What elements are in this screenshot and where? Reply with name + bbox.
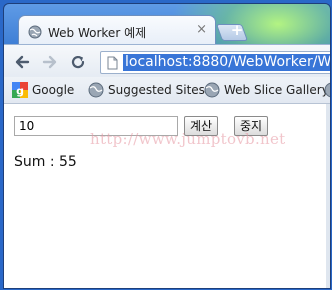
forward-arrow-icon[interactable]: [42, 54, 58, 74]
scrollbar[interactable]: [326, 104, 330, 288]
globe-icon: [324, 82, 330, 102]
bookmark-label: Google: [32, 83, 75, 97]
bookmark-label: Suggested Sites: [108, 83, 205, 97]
bookmarks-bar: g Google Suggested Sites Web Slice Galle…: [4, 77, 330, 104]
browser-window: Web Worker 예제 × + localhost:8880/WebWork…: [3, 3, 331, 289]
tab-web-worker[interactable]: Web Worker 예제 ×: [18, 15, 216, 46]
google-icon: g: [12, 82, 28, 102]
bookmark-label: Web Slice Gallery: [224, 83, 329, 97]
page-icon: [105, 55, 119, 74]
sum-result: Sum : 55: [14, 154, 77, 170]
svg-text:g: g: [16, 85, 24, 98]
reload-icon[interactable]: [70, 54, 86, 74]
page-content: 계산 중지 http://www.jumptovb.net Sum : 55: [4, 104, 330, 288]
navigation-toolbar: localhost:8880/WebWorker/We: [4, 44, 330, 78]
url-text[interactable]: localhost:8880/WebWorker/We: [123, 54, 330, 71]
globe-icon: [28, 24, 42, 43]
globe-icon: [204, 82, 220, 102]
close-icon[interactable]: ×: [196, 23, 207, 36]
plus-icon: +: [230, 21, 244, 39]
watermark: http://www.jumptovb.net: [90, 130, 286, 148]
tab-title: Web Worker 예제: [48, 26, 147, 40]
address-bar[interactable]: localhost:8880/WebWorker/We: [100, 51, 330, 74]
back-arrow-icon[interactable]: [14, 54, 30, 74]
globe-icon: [88, 82, 104, 102]
